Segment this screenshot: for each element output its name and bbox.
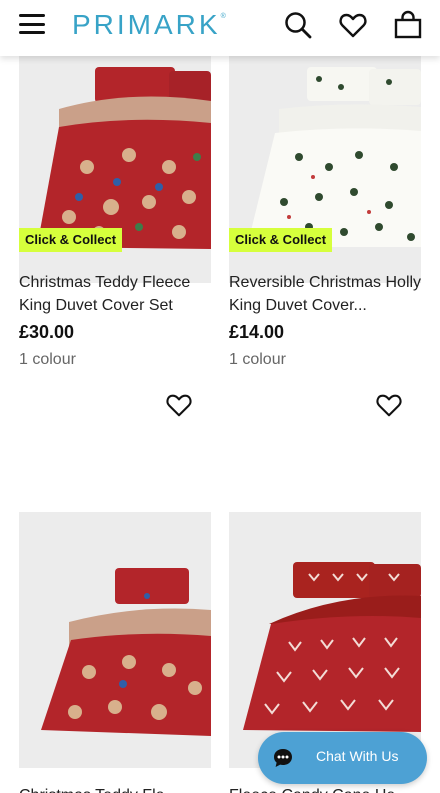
bag-icon[interactable] bbox=[393, 10, 423, 40]
product-price: £14.00 bbox=[229, 322, 285, 342]
product-name[interactable]: Fleece Candy Cane He bbox=[229, 784, 423, 793]
product-image[interactable] bbox=[19, 512, 211, 768]
product-name[interactable]: Christmas Teddy Fleece King Duvet Cover … bbox=[19, 271, 213, 317]
wishlist-heart-icon[interactable] bbox=[375, 391, 403, 419]
product-name[interactable]: Reversible Christmas Holly King Duvet Co… bbox=[229, 271, 423, 317]
product-colours: 1 colour bbox=[19, 351, 76, 368]
product-colours: 1 colour bbox=[229, 351, 286, 368]
search-icon[interactable] bbox=[283, 10, 313, 40]
heart-icon[interactable] bbox=[338, 10, 368, 40]
wishlist-heart-icon[interactable] bbox=[165, 391, 193, 419]
product-price: £30.00 bbox=[19, 322, 75, 342]
menu-icon[interactable] bbox=[19, 14, 45, 38]
top-header: PRIMARK® bbox=[0, 0, 440, 56]
chat-bubble-icon bbox=[272, 747, 294, 769]
click-collect-badge: Click & Collect bbox=[229, 228, 333, 252]
click-collect-badge: Click & Collect bbox=[19, 228, 123, 252]
logo-text: PRIMARK bbox=[72, 9, 221, 40]
primark-logo[interactable]: PRIMARK® bbox=[72, 9, 226, 41]
chat-with-us-button[interactable]: Chat With Us bbox=[258, 732, 427, 784]
product-name[interactable]: Christmas Teddy Fle bbox=[19, 784, 213, 793]
chat-label: Chat With Us bbox=[316, 748, 399, 764]
logo-mark: ® bbox=[220, 13, 226, 20]
product-image[interactable] bbox=[229, 512, 421, 768]
